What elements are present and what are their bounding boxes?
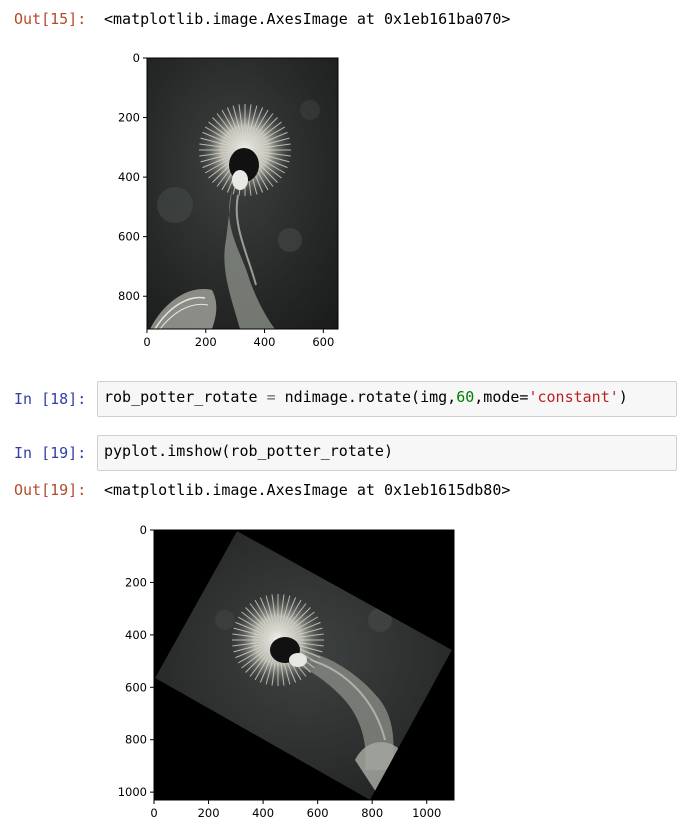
plot-rotated-image: 0 200 400 600 800 100002004006008001000 — [118, 523, 455, 820]
y-tick-label: 0 — [140, 523, 147, 537]
y-tick-label: 1000 — [118, 785, 147, 799]
x-tick-label: 1000 — [412, 806, 441, 820]
x-tick-label: 200 — [198, 806, 220, 820]
x-tick-label: 800 — [361, 806, 383, 820]
y-tick-label: 800 — [125, 733, 147, 747]
x-tick-label: 600 — [307, 806, 329, 820]
y-tick-label: 600 — [125, 680, 147, 694]
y-tick-label: 200 — [125, 575, 147, 589]
x-tick-label: 0 — [150, 806, 157, 820]
y-tick-label: 400 — [125, 628, 147, 642]
x-tick-label: 400 — [252, 806, 274, 820]
